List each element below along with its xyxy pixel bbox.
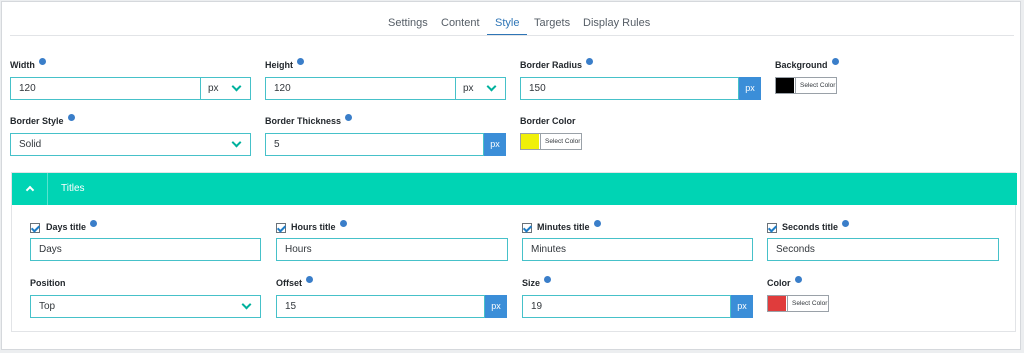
- chevron-down-icon: [241, 299, 252, 310]
- width-label: Width: [10, 58, 46, 70]
- info-icon[interactable]: [38, 58, 46, 65]
- titles-panel-header[interactable]: Titles: [12, 173, 1017, 205]
- border-style-select[interactable]: Solid: [10, 133, 251, 156]
- minutes-title-checkbox[interactable]: [522, 223, 532, 233]
- background-color-swatch: [776, 78, 794, 93]
- tab-display-rules[interactable]: Display Rules: [583, 16, 650, 36]
- width-input[interactable]: 120: [10, 77, 201, 100]
- style-settings-panel: Settings Content Style Targets Display R…: [1, 1, 1021, 350]
- border-radius-input[interactable]: 150: [520, 77, 739, 100]
- border-select-color-button[interactable]: Select Color: [540, 134, 584, 149]
- titles-panel-title: Titles: [61, 183, 85, 194]
- border-color-label: Border Color: [520, 116, 576, 126]
- size-label: Size: [522, 276, 552, 288]
- tab-style[interactable]: Style: [487, 16, 528, 36]
- info-icon[interactable]: [339, 220, 347, 227]
- size-unit[interactable]: px: [731, 295, 753, 318]
- offset-label: Offset: [276, 276, 314, 288]
- border-color-picker[interactable]: Select Color: [520, 133, 582, 150]
- info-icon[interactable]: [544, 276, 552, 283]
- info-icon[interactable]: [842, 220, 850, 227]
- collapse-toggle[interactable]: [12, 173, 48, 205]
- info-icon[interactable]: [306, 276, 314, 283]
- days-title-label: Days title: [46, 220, 98, 232]
- border-radius-unit[interactable]: px: [739, 77, 761, 100]
- border-thickness-unit[interactable]: px: [484, 133, 506, 156]
- minutes-title-label: Minutes title: [537, 220, 601, 232]
- size-input[interactable]: 19: [522, 295, 731, 318]
- border-color-swatch: [521, 134, 539, 149]
- border-style-value: Solid: [19, 139, 42, 150]
- position-select[interactable]: Top: [30, 295, 261, 318]
- hours-title-label: Hours title: [291, 220, 347, 232]
- background-select-color-button[interactable]: Select Color: [795, 78, 839, 93]
- title-color-picker[interactable]: Select Color: [767, 295, 829, 312]
- days-title-checkbox[interactable]: [30, 223, 40, 233]
- height-unit-value: px: [463, 83, 474, 94]
- title-color-label: Color: [767, 276, 802, 288]
- background-label: Background: [775, 58, 839, 70]
- seconds-title-input[interactable]: Seconds: [767, 238, 999, 261]
- tab-settings[interactable]: Settings: [388, 16, 428, 36]
- info-icon[interactable]: [345, 114, 353, 121]
- tab-targets[interactable]: Targets: [534, 16, 570, 36]
- title-select-color-button[interactable]: Select Color: [787, 296, 831, 311]
- chevron-down-icon: [231, 137, 242, 148]
- tab-bar: Settings Content Style Targets Display R…: [2, 16, 1020, 36]
- offset-input[interactable]: 15: [276, 295, 485, 318]
- border-thickness-label: Border Thickness: [265, 114, 353, 126]
- info-icon[interactable]: [67, 114, 75, 121]
- hours-title-input[interactable]: Hours: [276, 238, 508, 261]
- chevron-up-icon: [25, 185, 35, 195]
- border-style-label: Border Style: [10, 114, 75, 126]
- chevron-down-icon: [231, 81, 242, 92]
- position-value: Top: [39, 301, 56, 312]
- info-icon[interactable]: [593, 220, 601, 227]
- chevron-down-icon: [486, 81, 497, 92]
- title-color-swatch: [768, 296, 786, 311]
- width-unit-value: px: [208, 83, 219, 94]
- info-icon[interactable]: [586, 58, 594, 65]
- border-radius-label: Border Radius: [520, 58, 594, 70]
- hours-title-checkbox[interactable]: [276, 223, 286, 233]
- titles-panel: Titles Days title Days Hours title Hours…: [11, 172, 1017, 332]
- info-icon[interactable]: [794, 276, 802, 283]
- seconds-title-label: Seconds title: [782, 220, 850, 232]
- offset-unit[interactable]: px: [485, 295, 507, 318]
- position-label: Position: [30, 278, 66, 288]
- info-icon[interactable]: [297, 58, 304, 65]
- height-unit-select[interactable]: px: [455, 77, 506, 100]
- height-input[interactable]: 120: [265, 77, 456, 100]
- seconds-title-checkbox[interactable]: [767, 223, 777, 233]
- width-unit-select[interactable]: px: [200, 77, 251, 100]
- minutes-title-input[interactable]: Minutes: [522, 238, 753, 261]
- info-icon[interactable]: [831, 58, 839, 65]
- days-title-input[interactable]: Days: [30, 238, 261, 261]
- tab-content[interactable]: Content: [441, 16, 480, 36]
- height-label: Height: [265, 58, 304, 70]
- border-thickness-input[interactable]: 5: [265, 133, 484, 156]
- background-color-picker[interactable]: Select Color: [775, 77, 837, 94]
- tab-divider: [10, 35, 1014, 36]
- info-icon[interactable]: [90, 220, 98, 227]
